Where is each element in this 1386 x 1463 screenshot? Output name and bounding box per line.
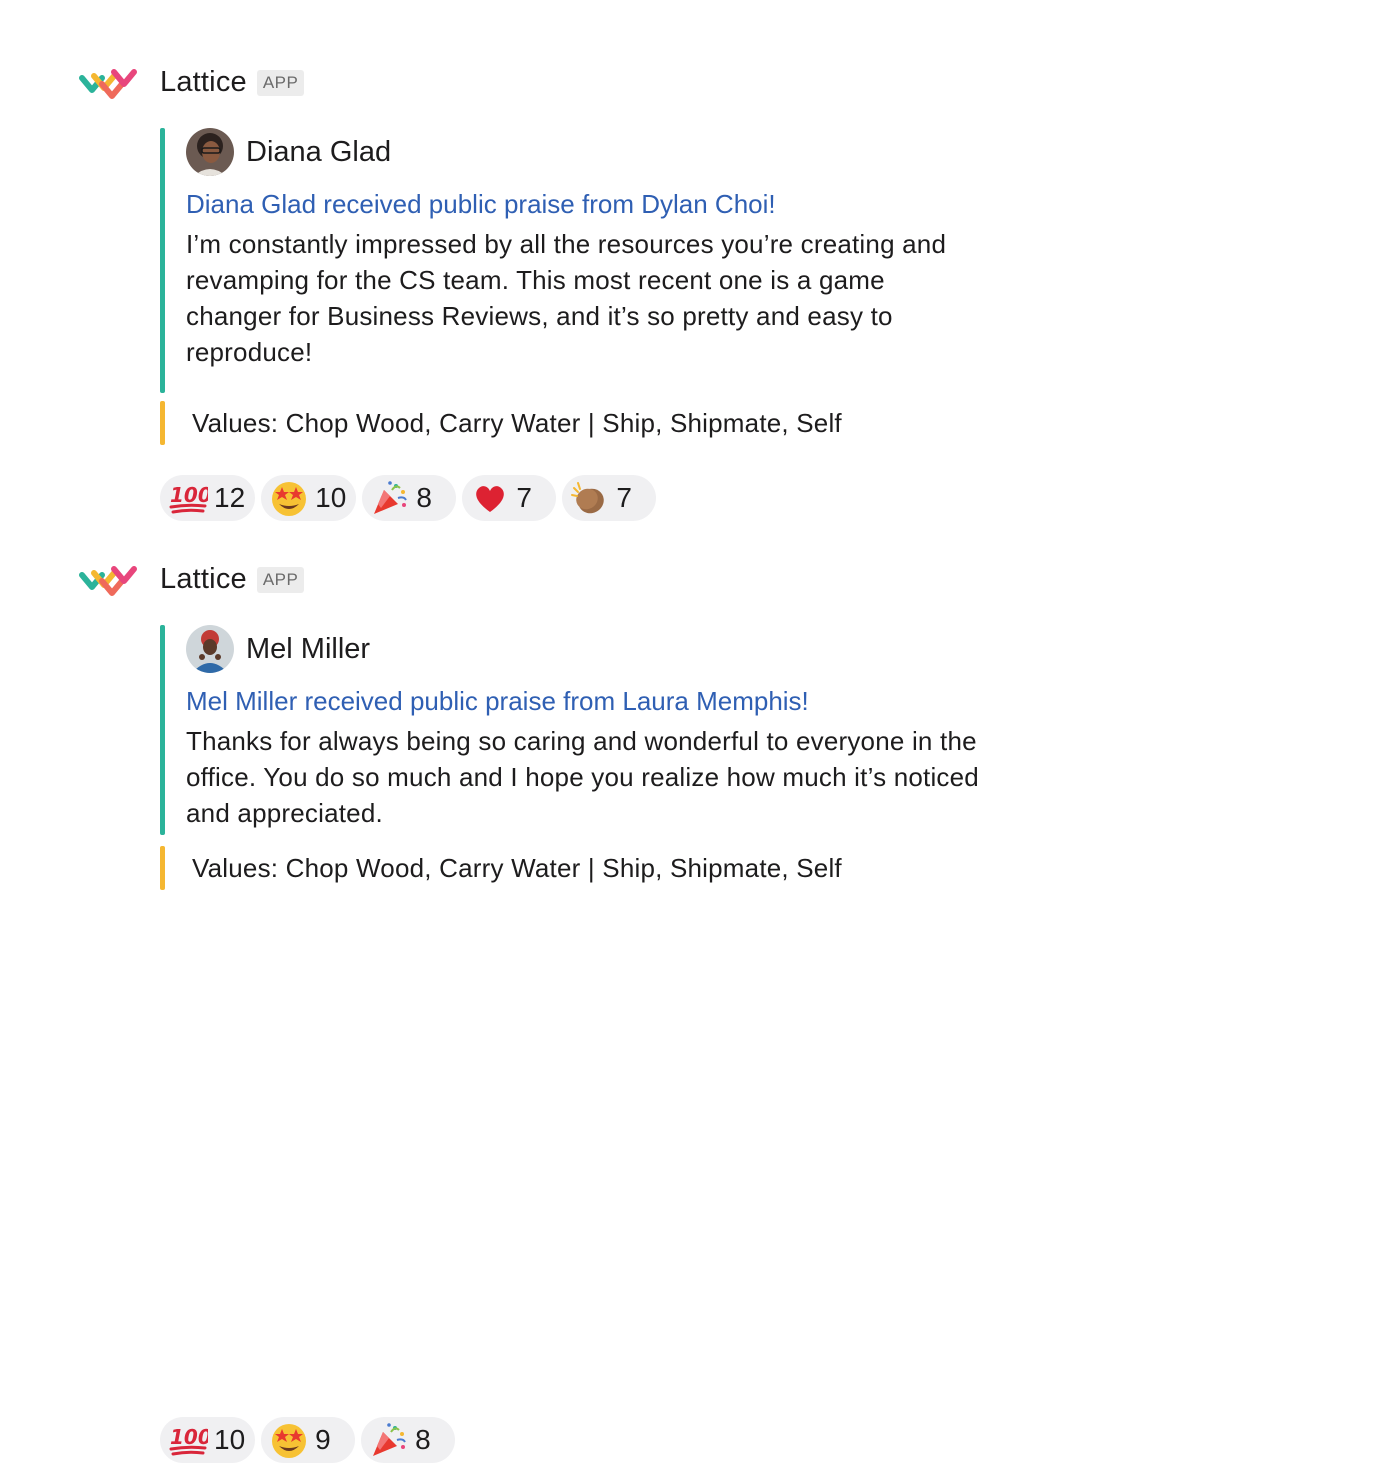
attachment-accent-bar xyxy=(160,625,165,835)
reaction-star-struck[interactable]: 9 xyxy=(261,1417,356,1463)
reaction-count: 7 xyxy=(516,482,532,513)
app-header: Lattice APP xyxy=(78,553,305,605)
praise-title-link[interactable]: Mel Miller received public praise from L… xyxy=(186,685,1046,717)
party-popper-icon xyxy=(370,478,410,518)
author-row: Diana Glad xyxy=(186,128,1046,176)
lattice-logo-icon[interactable] xyxy=(78,561,138,597)
reaction-party-popper[interactable]: 8 xyxy=(361,1417,456,1463)
values-text: Values: Chop Wood, Carry Water | Ship, S… xyxy=(192,405,842,441)
values-label: Values: xyxy=(192,408,279,438)
author-row: Mel Miller xyxy=(186,625,1046,673)
avatar[interactable] xyxy=(186,625,234,673)
reaction-count: 8 xyxy=(416,482,432,513)
star-struck-icon xyxy=(269,1420,309,1460)
app-name[interactable]: Lattice xyxy=(160,66,247,99)
attachment-body: Mel Miller Mel Miller received public pr… xyxy=(186,625,1046,831)
values-accent-bar xyxy=(160,401,165,445)
author-name[interactable]: Mel Miller xyxy=(246,633,370,666)
praise-text: Thanks for always being so caring and wo… xyxy=(186,726,979,828)
values-label: Values: xyxy=(192,853,279,883)
hundred-points-icon xyxy=(168,478,208,518)
app-badge: APP xyxy=(256,70,305,96)
reaction-clapping-hands[interactable]: 7 xyxy=(562,475,657,521)
reaction-count: 8 xyxy=(415,1424,431,1455)
values-list: Chop Wood, Carry Water | Ship, Shipmate,… xyxy=(285,408,842,438)
app-badge: APP xyxy=(256,567,305,593)
reaction-count: 10 xyxy=(214,1424,246,1455)
reaction-red-heart[interactable]: 7 xyxy=(462,475,557,521)
app-name[interactable]: Lattice xyxy=(160,563,247,596)
praise-text: I’m constantly impressed by all the reso… xyxy=(186,229,947,367)
reaction-hundred-points[interactable]: 12 xyxy=(160,475,256,521)
reactions-bar: 10 9 8 xyxy=(160,1417,461,1463)
clapping-hands-icon xyxy=(570,478,610,518)
reaction-party-popper[interactable]: 8 xyxy=(362,475,457,521)
party-popper-icon xyxy=(369,1420,409,1460)
attachment-body: Diana Glad Diana Glad received public pr… xyxy=(186,128,1046,370)
star-struck-icon xyxy=(269,478,309,518)
praise-title-link[interactable]: Diana Glad received public praise from D… xyxy=(186,188,1046,220)
author-name[interactable]: Diana Glad xyxy=(246,136,391,169)
reaction-count: 9 xyxy=(315,1424,331,1455)
values-accent-bar xyxy=(160,846,165,890)
lattice-logo-icon[interactable] xyxy=(78,64,138,100)
reaction-count: 10 xyxy=(315,482,347,513)
attachment-accent-bar xyxy=(160,128,165,393)
values-text: Values: Chop Wood, Carry Water | Ship, S… xyxy=(192,850,842,886)
values-list: Chop Wood, Carry Water | Ship, Shipmate,… xyxy=(285,853,842,883)
app-header: Lattice APP xyxy=(78,56,305,108)
reaction-hundred-points[interactable]: 10 xyxy=(160,1417,256,1463)
reaction-star-struck[interactable]: 10 xyxy=(261,475,357,521)
reaction-count: 12 xyxy=(214,482,246,513)
reactions-bar: 12 10 8 7 7 xyxy=(160,475,662,521)
red-heart-icon xyxy=(470,478,510,518)
reaction-count: 7 xyxy=(616,482,632,513)
hundred-points-icon xyxy=(168,1420,208,1460)
avatar[interactable] xyxy=(186,128,234,176)
